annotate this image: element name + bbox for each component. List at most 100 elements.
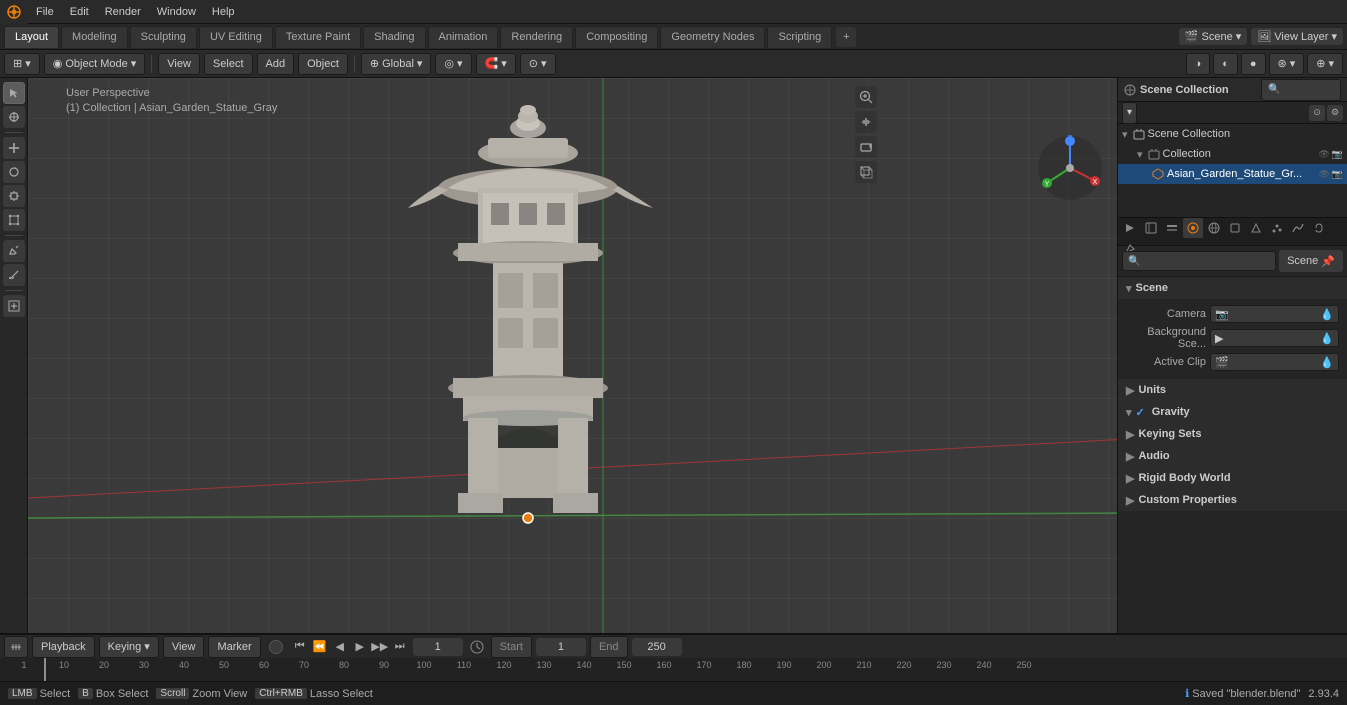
rotate-tool-button[interactable] <box>3 161 25 183</box>
object-menu[interactable]: Object <box>298 53 348 75</box>
snap-button[interactable]: 🧲 ▾ <box>476 53 516 75</box>
add-menu[interactable]: Add <box>257 53 295 75</box>
bg-scene-value[interactable]: ▶ 💧 <box>1210 329 1339 347</box>
select-menu[interactable]: Select <box>204 53 253 75</box>
select-tool-button[interactable] <box>3 82 25 104</box>
statue-render-icon[interactable]: 📷 <box>1332 169 1343 180</box>
world-props-tab[interactable] <box>1204 218 1224 238</box>
scene-selector[interactable]: 🎬 Scene ▾ <box>1179 28 1247 45</box>
outliner-item-statue[interactable]: Asian_Garden_Statue_Gr... 👁 📷 <box>1118 164 1347 184</box>
editor-type-button[interactable]: ⊞ ▾ <box>4 53 40 75</box>
rigid-body-section-header[interactable]: ▶ Rigid Body World <box>1118 467 1347 489</box>
props-options-button[interactable]: Scene 📌 <box>1279 250 1343 272</box>
add-workspace-button[interactable]: + <box>836 27 856 47</box>
tab-geometry-nodes[interactable]: Geometry Nodes <box>660 26 765 48</box>
tab-rendering[interactable]: Rendering <box>500 26 573 48</box>
tab-sculpting[interactable]: Sculpting <box>130 26 197 48</box>
zoom-in-button[interactable] <box>855 86 877 108</box>
outliner-search[interactable]: 🔍 <box>1261 79 1341 101</box>
viewport-gizmos[interactable]: ⊕ ▾ <box>1307 53 1343 75</box>
units-section-header[interactable]: ▶ Units <box>1118 379 1347 401</box>
start-frame-indicator[interactable]: 1 <box>536 638 586 656</box>
mode-selector[interactable]: ◉ Object Mode ▾ <box>44 53 146 75</box>
axis-gizmo-svg[interactable]: Z X Y <box>1035 133 1105 203</box>
outliner-sync-btn[interactable]: ⊙ <box>1309 105 1325 121</box>
keying-sets-section-header[interactable]: ▶ Keying Sets <box>1118 423 1347 445</box>
play-forward-button[interactable]: ▶ <box>351 638 369 656</box>
transform-orientations[interactable]: ⊕ Global ▾ <box>361 53 432 75</box>
object-props-tab[interactable] <box>1225 218 1245 238</box>
scene-props-tab[interactable] <box>1183 218 1203 238</box>
step-forward-button[interactable]: ▶▶ <box>371 638 389 656</box>
tab-modeling[interactable]: Modeling <box>61 26 128 48</box>
outliner-item-scene-collection[interactable]: ▾ Scene Collection <box>1118 124 1347 144</box>
current-frame-indicator[interactable]: 1 <box>413 638 463 656</box>
gravity-section-header[interactable]: ▾ ✓ Gravity <box>1118 401 1347 423</box>
view-layer-props-tab[interactable] <box>1162 218 1182 238</box>
viewport-overlays[interactable]: ⊛ ▾ <box>1269 53 1305 75</box>
outliner-filter-btn[interactable]: ▾ <box>1122 102 1137 124</box>
scale-tool-button[interactable] <box>3 185 25 207</box>
menu-file[interactable]: File <box>28 0 62 24</box>
measure-tool-button[interactable] <box>3 264 25 286</box>
end-frame-indicator[interactable]: 250 <box>632 638 682 656</box>
menu-edit[interactable]: Edit <box>62 0 97 24</box>
viewport-visibility-icon[interactable]: 👁 <box>1318 149 1329 160</box>
viewport-shading-material[interactable]: ◐ <box>1213 53 1238 75</box>
tab-scripting[interactable]: Scripting <box>767 26 832 48</box>
tab-shading[interactable]: Shading <box>363 26 425 48</box>
menu-help[interactable]: Help <box>204 0 243 24</box>
keying-menu[interactable]: Keying ▾ <box>99 636 159 658</box>
scene-section-header[interactable]: ▾ Scene <box>1118 277 1347 299</box>
tab-layout[interactable]: Layout <box>4 26 59 48</box>
gravity-checkbox[interactable]: ✓ <box>1136 406 1145 419</box>
view-menu-timeline[interactable]: View <box>163 636 205 658</box>
jump-to-end-button[interactable]: ⏭ <box>391 638 409 656</box>
viewport-shading-rendered[interactable]: ● <box>1241 53 1266 75</box>
annotate-tool-button[interactable] <box>3 240 25 262</box>
timeline-editor-type[interactable] <box>4 636 28 658</box>
marker-menu[interactable]: Marker <box>208 636 260 658</box>
viewport-3d[interactable]: User Perspective (1) Collection | Asian_… <box>28 78 1117 633</box>
playback-dot[interactable] <box>269 640 283 654</box>
tab-compositing[interactable]: Compositing <box>575 26 658 48</box>
transform-tool-button[interactable] <box>3 209 25 231</box>
statue-visibility-icon[interactable]: 👁 <box>1318 169 1329 180</box>
modifier-props-tab[interactable] <box>1246 218 1266 238</box>
tab-texture-paint[interactable]: Texture Paint <box>275 26 361 48</box>
proportional-editing[interactable]: ⊙ ▾ <box>520 53 556 75</box>
jump-back-button[interactable]: ⏪ <box>311 638 329 656</box>
outliner-settings-btn[interactable]: ⚙ <box>1327 105 1343 121</box>
cursor-tool-button[interactable] <box>3 106 25 128</box>
viewport-shading-solid[interactable]: ◑ <box>1186 53 1211 75</box>
camera-view-button[interactable] <box>855 136 877 158</box>
particles-props-tab[interactable] <box>1267 218 1287 238</box>
zoom-label: Zoom View <box>192 688 247 700</box>
view-layer-selector[interactable]: 🖼 View Layer ▾ <box>1251 28 1343 45</box>
step-back-button[interactable]: ◀ <box>331 638 349 656</box>
constraints-props-tab[interactable] <box>1309 218 1329 238</box>
move-tool-button[interactable] <box>3 137 25 159</box>
pan-button[interactable] <box>855 111 877 133</box>
audio-section-header[interactable]: ▶ Audio <box>1118 445 1347 467</box>
physics-props-tab[interactable] <box>1288 218 1308 238</box>
menu-window[interactable]: Window <box>149 0 204 24</box>
perspective-ortho-button[interactable] <box>855 161 877 183</box>
add-tool-button[interactable] <box>3 295 25 317</box>
camera-value[interactable]: 📷 💧 <box>1210 305 1339 323</box>
pivot-point[interactable]: ◎ ▾ <box>435 53 471 75</box>
timeline-ruler-area[interactable]: 1 10 20 30 40 50 60 70 80 90 100 110 120… <box>0 658 1347 681</box>
active-clip-value[interactable]: 🎬 💧 <box>1210 353 1339 371</box>
playback-menu[interactable]: Playback <box>32 636 95 658</box>
jump-to-start-button[interactable]: ⏮ <box>291 638 309 656</box>
render-props-tab[interactable] <box>1120 218 1140 238</box>
menu-render[interactable]: Render <box>97 0 149 24</box>
outliner-item-collection[interactable]: ▾ Collection 👁 📷 <box>1118 144 1347 164</box>
tab-animation[interactable]: Animation <box>428 26 499 48</box>
custom-props-section-header[interactable]: ▶ Custom Properties <box>1118 489 1347 511</box>
output-props-tab[interactable] <box>1141 218 1161 238</box>
props-search-box[interactable]: 🔍 <box>1122 251 1276 271</box>
tab-uv-editing[interactable]: UV Editing <box>199 26 273 48</box>
view-menu[interactable]: View <box>158 53 200 75</box>
render-visibility-icon[interactable]: 📷 <box>1332 149 1343 160</box>
